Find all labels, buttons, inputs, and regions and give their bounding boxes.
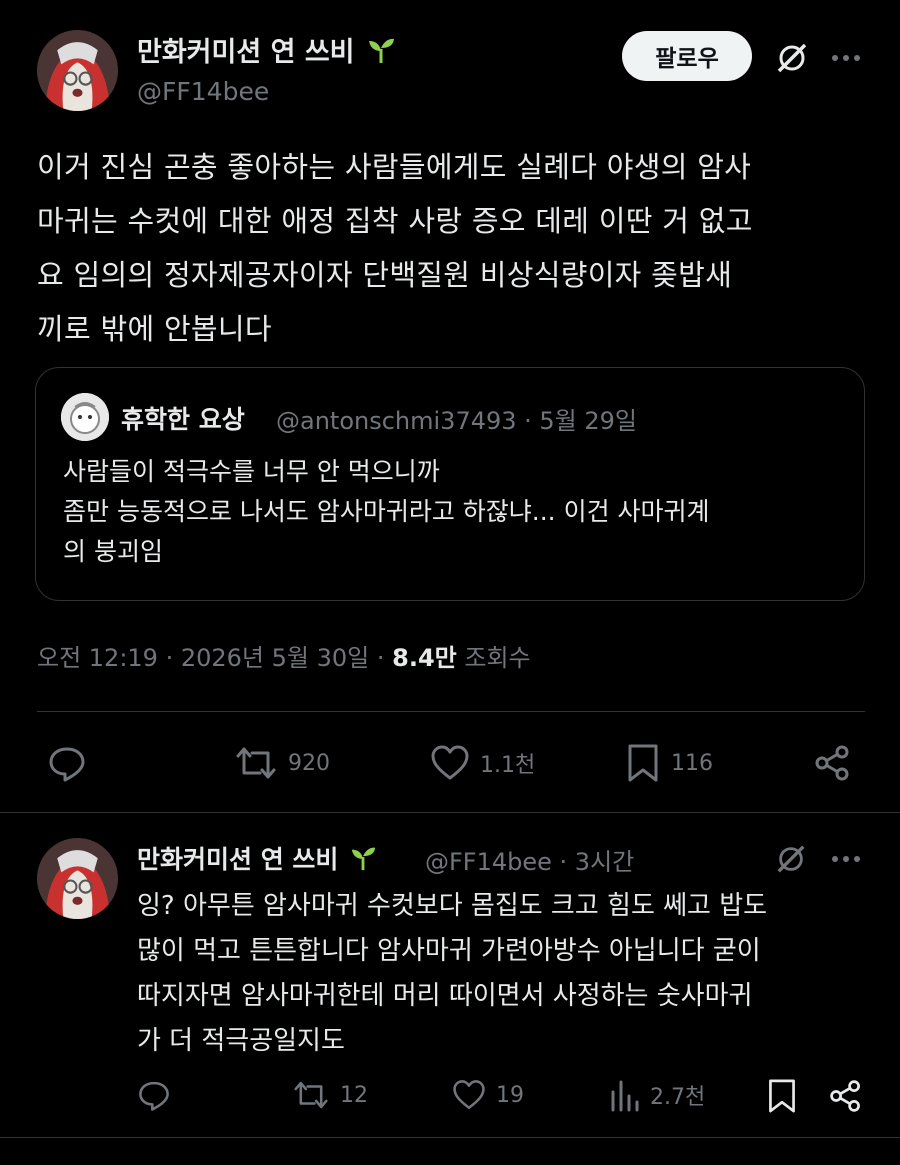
- tweet-line: 요 임의의 정자제공자이자 단백질원 비상식량이자 좆밥새: [37, 258, 733, 292]
- bookmark-icon: [769, 1079, 795, 1113]
- bookmark-count: 116: [671, 750, 713, 776]
- like-icon: [431, 745, 469, 780]
- views-count: 8.4만: [392, 644, 457, 672]
- reply-line: 따지자면 암사마귀한테 머리 따이면서 사정하는 숫사마귀: [137, 981, 753, 1011]
- retweet-icon: [236, 747, 276, 779]
- retweet-button[interactable]: 12: [292, 1078, 368, 1112]
- tweet-line: 마귀는 수컷에 대한 애정 집착 사랑 증오 데레 이딴 거 없고: [37, 204, 753, 238]
- sprout-icon: [349, 844, 377, 878]
- quote-line: 의 붕괴임: [63, 537, 163, 566]
- reply-avatar[interactable]: [37, 838, 118, 919]
- sprout-icon: [366, 35, 396, 72]
- views-button[interactable]: 2.7천: [608, 1078, 705, 1112]
- author-name[interactable]: 만화커미션 연 쓰비: [137, 30, 396, 72]
- author-name-text: 만화커미션 연 쓰비: [137, 37, 355, 68]
- views-label: 조회수: [456, 644, 531, 672]
- retweet-icon: [294, 1081, 328, 1109]
- like-icon: [453, 1080, 485, 1110]
- reply-text: 잉? 아무튼 암사마귀 수컷보다 몸집도 크고 힘도 쎄고 밥도 많이 먹고 튼…: [137, 884, 877, 1064]
- quote-text: 사람들이 적극수를 너무 안 먹으니까 좀만 능동적으로 나서도 암사마귀라고 …: [63, 452, 710, 572]
- like-button[interactable]: 1.1천: [430, 743, 535, 783]
- reply-icon: [49, 747, 85, 782]
- share-button[interactable]: [813, 743, 853, 783]
- share-icon: [815, 745, 849, 781]
- retweet-button[interactable]: 920: [234, 743, 330, 783]
- share-button[interactable]: [828, 1078, 864, 1114]
- share-icon: [830, 1080, 860, 1112]
- more-icon[interactable]: [828, 842, 864, 876]
- author-handle[interactable]: @FF14bee: [137, 77, 269, 106]
- like-button[interactable]: 19: [452, 1078, 524, 1112]
- reply-button[interactable]: [137, 1078, 171, 1112]
- like-count: 19: [496, 1082, 524, 1108]
- reply-author-name[interactable]: 만화커미션 연 쓰비: [137, 840, 377, 878]
- reply-author-name-text: 만화커미션 연 쓰비: [137, 845, 339, 874]
- quote-line: 사람들이 적극수를 너무 안 먹으니까: [63, 457, 440, 486]
- divider: [0, 1137, 900, 1138]
- views-count: 2.7천: [650, 1085, 706, 1110]
- bookmark-button[interactable]: [766, 1078, 798, 1114]
- tweet-line: 끼로 밖에 안봅니다: [37, 312, 272, 346]
- retweet-count: 920: [288, 750, 330, 776]
- retweet-count: 12: [340, 1082, 368, 1108]
- tweet-text: 이거 진심 곤충 좋아하는 사람들에게도 실례다 야생의 암사 마귀는 수컷에 …: [37, 140, 877, 356]
- quote-meta: @antonschmi37493 · 5월 29일: [276, 407, 638, 435]
- reply-button[interactable]: [47, 743, 87, 783]
- tweet-timestamp: 오전 12:19 · 2026년 5월 30일 · 8.4만 조회수: [37, 638, 531, 673]
- tweet-line: 이거 진심 곤충 좋아하는 사람들에게도 실례다 야생의 암사: [37, 150, 752, 184]
- quoted-tweet[interactable]: 휴학한 요상 @antonschmi37493 · 5월 29일 사람들이 적극…: [35, 367, 865, 601]
- quote-line: 좀만 능동적으로 나서도 암사마귀라고 하잖냐... 이건 사마귀계: [63, 497, 710, 526]
- reply-line: 잉? 아무튼 암사마귀 수컷보다 몸집도 크고 힘도 쎄고 밥도: [137, 891, 768, 921]
- divider: [0, 812, 900, 813]
- reply-icon: [139, 1081, 169, 1111]
- timestamp-text[interactable]: 오전 12:19 · 2026년 5월 30일 ·: [37, 644, 392, 672]
- quote-avatar: [61, 393, 109, 441]
- views-icon: [611, 1080, 639, 1112]
- grok-icon[interactable]: [772, 840, 810, 878]
- reply-meta[interactable]: @FF14bee · 3시간: [425, 842, 634, 877]
- like-count: 1.1천: [480, 753, 536, 778]
- reply-line: 많이 먹고 튼튼합니다 암사마귀 가련아방수 아닙니다 굳이: [137, 936, 761, 966]
- quote-author-name: 휴학한 요상: [121, 405, 245, 434]
- bookmark-icon: [628, 744, 658, 782]
- more-icon[interactable]: [828, 40, 864, 76]
- divider: [37, 711, 865, 712]
- reply-line: 가 더 적극공일지도: [137, 1026, 345, 1056]
- grok-icon[interactable]: [772, 38, 812, 78]
- avatar[interactable]: [37, 30, 118, 111]
- follow-button[interactable]: 팔로우: [622, 31, 752, 81]
- bookmark-button[interactable]: 116: [625, 743, 713, 783]
